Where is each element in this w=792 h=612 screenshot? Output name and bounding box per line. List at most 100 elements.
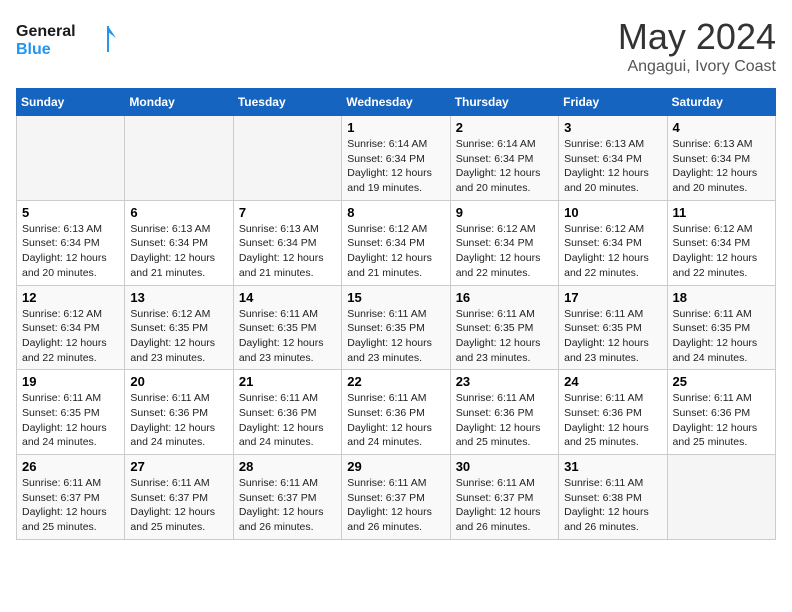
column-header-thursday: Thursday bbox=[450, 89, 558, 116]
cell-date: 13 bbox=[130, 290, 227, 305]
cell-info: Sunrise: 6:11 AMSunset: 6:35 PMDaylight:… bbox=[347, 307, 444, 366]
calendar-week-2: 5 Sunrise: 6:13 AMSunset: 6:34 PMDayligh… bbox=[17, 200, 776, 285]
cell-date: 25 bbox=[673, 374, 770, 389]
cell-date: 18 bbox=[673, 290, 770, 305]
calendar-cell: 5 Sunrise: 6:13 AMSunset: 6:34 PMDayligh… bbox=[17, 200, 125, 285]
calendar-cell: 14 Sunrise: 6:11 AMSunset: 6:35 PMDaylig… bbox=[233, 285, 341, 370]
cell-info: Sunrise: 6:11 AMSunset: 6:35 PMDaylight:… bbox=[239, 307, 336, 366]
cell-info: Sunrise: 6:11 AMSunset: 6:38 PMDaylight:… bbox=[564, 476, 661, 535]
calendar-week-3: 12 Sunrise: 6:12 AMSunset: 6:34 PMDaylig… bbox=[17, 285, 776, 370]
cell-date: 2 bbox=[456, 120, 553, 135]
cell-date: 22 bbox=[347, 374, 444, 389]
cell-info: Sunrise: 6:13 AMSunset: 6:34 PMDaylight:… bbox=[239, 222, 336, 281]
cell-info: Sunrise: 6:12 AMSunset: 6:34 PMDaylight:… bbox=[564, 222, 661, 281]
calendar-cell: 21 Sunrise: 6:11 AMSunset: 6:36 PMDaylig… bbox=[233, 370, 341, 455]
calendar-cell: 30 Sunrise: 6:11 AMSunset: 6:37 PMDaylig… bbox=[450, 455, 558, 540]
cell-info: Sunrise: 6:11 AMSunset: 6:36 PMDaylight:… bbox=[239, 391, 336, 450]
cell-date: 21 bbox=[239, 374, 336, 389]
cell-info: Sunrise: 6:11 AMSunset: 6:35 PMDaylight:… bbox=[456, 307, 553, 366]
calendar-cell: 3 Sunrise: 6:13 AMSunset: 6:34 PMDayligh… bbox=[559, 116, 667, 201]
calendar-week-5: 26 Sunrise: 6:11 AMSunset: 6:37 PMDaylig… bbox=[17, 455, 776, 540]
cell-date: 14 bbox=[239, 290, 336, 305]
cell-info: Sunrise: 6:11 AMSunset: 6:36 PMDaylight:… bbox=[564, 391, 661, 450]
calendar-cell: 6 Sunrise: 6:13 AMSunset: 6:34 PMDayligh… bbox=[125, 200, 233, 285]
cell-info: Sunrise: 6:11 AMSunset: 6:36 PMDaylight:… bbox=[130, 391, 227, 450]
calendar-cell: 24 Sunrise: 6:11 AMSunset: 6:36 PMDaylig… bbox=[559, 370, 667, 455]
cell-info: Sunrise: 6:11 AMSunset: 6:37 PMDaylight:… bbox=[130, 476, 227, 535]
cell-info: Sunrise: 6:13 AMSunset: 6:34 PMDaylight:… bbox=[130, 222, 227, 281]
cell-date: 29 bbox=[347, 459, 444, 474]
cell-info: Sunrise: 6:13 AMSunset: 6:34 PMDaylight:… bbox=[22, 222, 119, 281]
svg-text:Blue: Blue bbox=[16, 41, 51, 58]
column-header-friday: Friday bbox=[559, 89, 667, 116]
calendar-cell: 19 Sunrise: 6:11 AMSunset: 6:35 PMDaylig… bbox=[17, 370, 125, 455]
calendar-cell: 17 Sunrise: 6:11 AMSunset: 6:35 PMDaylig… bbox=[559, 285, 667, 370]
column-header-tuesday: Tuesday bbox=[233, 89, 341, 116]
calendar-cell: 2 Sunrise: 6:14 AMSunset: 6:34 PMDayligh… bbox=[450, 116, 558, 201]
cell-info: Sunrise: 6:11 AMSunset: 6:36 PMDaylight:… bbox=[347, 391, 444, 450]
cell-date: 1 bbox=[347, 120, 444, 135]
calendar-cell: 29 Sunrise: 6:11 AMSunset: 6:37 PMDaylig… bbox=[342, 455, 450, 540]
svg-text:General: General bbox=[16, 23, 76, 40]
month-title: May 2024 bbox=[618, 16, 776, 58]
calendar-cell: 27 Sunrise: 6:11 AMSunset: 6:37 PMDaylig… bbox=[125, 455, 233, 540]
column-header-saturday: Saturday bbox=[667, 89, 775, 116]
cell-date: 3 bbox=[564, 120, 661, 135]
cell-info: Sunrise: 6:11 AMSunset: 6:37 PMDaylight:… bbox=[22, 476, 119, 535]
calendar-cell: 16 Sunrise: 6:11 AMSunset: 6:35 PMDaylig… bbox=[450, 285, 558, 370]
calendar-cell bbox=[17, 116, 125, 201]
calendar-cell: 12 Sunrise: 6:12 AMSunset: 6:34 PMDaylig… bbox=[17, 285, 125, 370]
calendar-cell: 20 Sunrise: 6:11 AMSunset: 6:36 PMDaylig… bbox=[125, 370, 233, 455]
cell-date: 10 bbox=[564, 205, 661, 220]
cell-info: Sunrise: 6:13 AMSunset: 6:34 PMDaylight:… bbox=[673, 137, 770, 196]
column-header-wednesday: Wednesday bbox=[342, 89, 450, 116]
cell-date: 12 bbox=[22, 290, 119, 305]
calendar-cell: 10 Sunrise: 6:12 AMSunset: 6:34 PMDaylig… bbox=[559, 200, 667, 285]
calendar-cell: 13 Sunrise: 6:12 AMSunset: 6:35 PMDaylig… bbox=[125, 285, 233, 370]
cell-info: Sunrise: 6:12 AMSunset: 6:34 PMDaylight:… bbox=[347, 222, 444, 281]
calendar-cell: 4 Sunrise: 6:13 AMSunset: 6:34 PMDayligh… bbox=[667, 116, 775, 201]
cell-info: Sunrise: 6:11 AMSunset: 6:36 PMDaylight:… bbox=[673, 391, 770, 450]
cell-info: Sunrise: 6:14 AMSunset: 6:34 PMDaylight:… bbox=[347, 137, 444, 196]
cell-info: Sunrise: 6:11 AMSunset: 6:37 PMDaylight:… bbox=[239, 476, 336, 535]
cell-date: 4 bbox=[673, 120, 770, 135]
cell-date: 8 bbox=[347, 205, 444, 220]
calendar-cell: 8 Sunrise: 6:12 AMSunset: 6:34 PMDayligh… bbox=[342, 200, 450, 285]
cell-info: Sunrise: 6:11 AMSunset: 6:35 PMDaylight:… bbox=[673, 307, 770, 366]
calendar-week-1: 1 Sunrise: 6:14 AMSunset: 6:34 PMDayligh… bbox=[17, 116, 776, 201]
cell-date: 31 bbox=[564, 459, 661, 474]
cell-info: Sunrise: 6:13 AMSunset: 6:34 PMDaylight:… bbox=[564, 137, 661, 196]
logo-svg: General Blue bbox=[16, 16, 116, 60]
cell-date: 26 bbox=[22, 459, 119, 474]
calendar-cell: 23 Sunrise: 6:11 AMSunset: 6:36 PMDaylig… bbox=[450, 370, 558, 455]
cell-date: 7 bbox=[239, 205, 336, 220]
calendar-table: SundayMondayTuesdayWednesdayThursdayFrid… bbox=[16, 88, 776, 540]
location-title: Angagui, Ivory Coast bbox=[618, 58, 776, 76]
cell-date: 23 bbox=[456, 374, 553, 389]
cell-info: Sunrise: 6:12 AMSunset: 6:35 PMDaylight:… bbox=[130, 307, 227, 366]
cell-info: Sunrise: 6:11 AMSunset: 6:37 PMDaylight:… bbox=[456, 476, 553, 535]
cell-date: 6 bbox=[130, 205, 227, 220]
cell-info: Sunrise: 6:12 AMSunset: 6:34 PMDaylight:… bbox=[673, 222, 770, 281]
cell-date: 20 bbox=[130, 374, 227, 389]
cell-info: Sunrise: 6:11 AMSunset: 6:37 PMDaylight:… bbox=[347, 476, 444, 535]
cell-date: 17 bbox=[564, 290, 661, 305]
cell-info: Sunrise: 6:11 AMSunset: 6:36 PMDaylight:… bbox=[456, 391, 553, 450]
cell-date: 9 bbox=[456, 205, 553, 220]
calendar-cell: 18 Sunrise: 6:11 AMSunset: 6:35 PMDaylig… bbox=[667, 285, 775, 370]
calendar-cell: 26 Sunrise: 6:11 AMSunset: 6:37 PMDaylig… bbox=[17, 455, 125, 540]
cell-date: 30 bbox=[456, 459, 553, 474]
calendar-cell: 28 Sunrise: 6:11 AMSunset: 6:37 PMDaylig… bbox=[233, 455, 341, 540]
calendar-week-4: 19 Sunrise: 6:11 AMSunset: 6:35 PMDaylig… bbox=[17, 370, 776, 455]
calendar-cell bbox=[125, 116, 233, 201]
page-header: General Blue May 2024 Angagui, Ivory Coa… bbox=[16, 16, 776, 76]
calendar-cell: 1 Sunrise: 6:14 AMSunset: 6:34 PMDayligh… bbox=[342, 116, 450, 201]
cell-date: 15 bbox=[347, 290, 444, 305]
cell-info: Sunrise: 6:14 AMSunset: 6:34 PMDaylight:… bbox=[456, 137, 553, 196]
cell-date: 24 bbox=[564, 374, 661, 389]
column-header-monday: Monday bbox=[125, 89, 233, 116]
cell-date: 5 bbox=[22, 205, 119, 220]
calendar-cell: 22 Sunrise: 6:11 AMSunset: 6:36 PMDaylig… bbox=[342, 370, 450, 455]
calendar-cell: 11 Sunrise: 6:12 AMSunset: 6:34 PMDaylig… bbox=[667, 200, 775, 285]
calendar-cell: 15 Sunrise: 6:11 AMSunset: 6:35 PMDaylig… bbox=[342, 285, 450, 370]
